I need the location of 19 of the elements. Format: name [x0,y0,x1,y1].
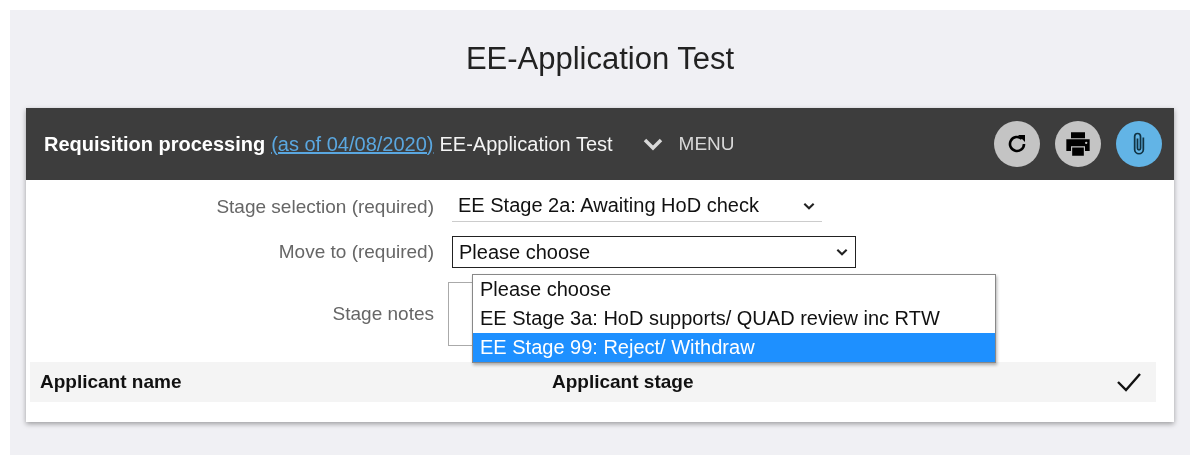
field-label: Stage selection (required) [215,196,435,218]
dropdown-option[interactable]: EE Stage 3a: HoD supports/ QUAD review inc RTW [473,304,995,333]
print-button[interactable] [1055,121,1101,167]
menu-button[interactable]: MENU [640,132,735,156]
attach-button[interactable] [1116,121,1162,167]
stage-select[interactable]: EE Stage 2a: Awaiting HoD check [452,192,822,222]
dropdown-option[interactable]: Please choose [473,275,995,304]
page-title: EE-Application Test [464,40,736,78]
field-label: Stage notes [331,303,435,325]
header-subtitle: EE-Application Test [439,132,613,156]
checkmark-icon[interactable] [1116,371,1142,393]
printer-icon [1064,130,1092,158]
refresh-button[interactable] [994,121,1040,167]
column-header: Applicant name [40,371,183,393]
move-to-select[interactable]: Please choose [452,236,856,268]
field-label: Move to (required) [277,241,435,263]
date-link[interactable]: (as of 04/08/2020) [271,132,434,156]
header-title: Requisition processing [44,132,266,156]
column-header: Applicant stage [552,371,695,393]
